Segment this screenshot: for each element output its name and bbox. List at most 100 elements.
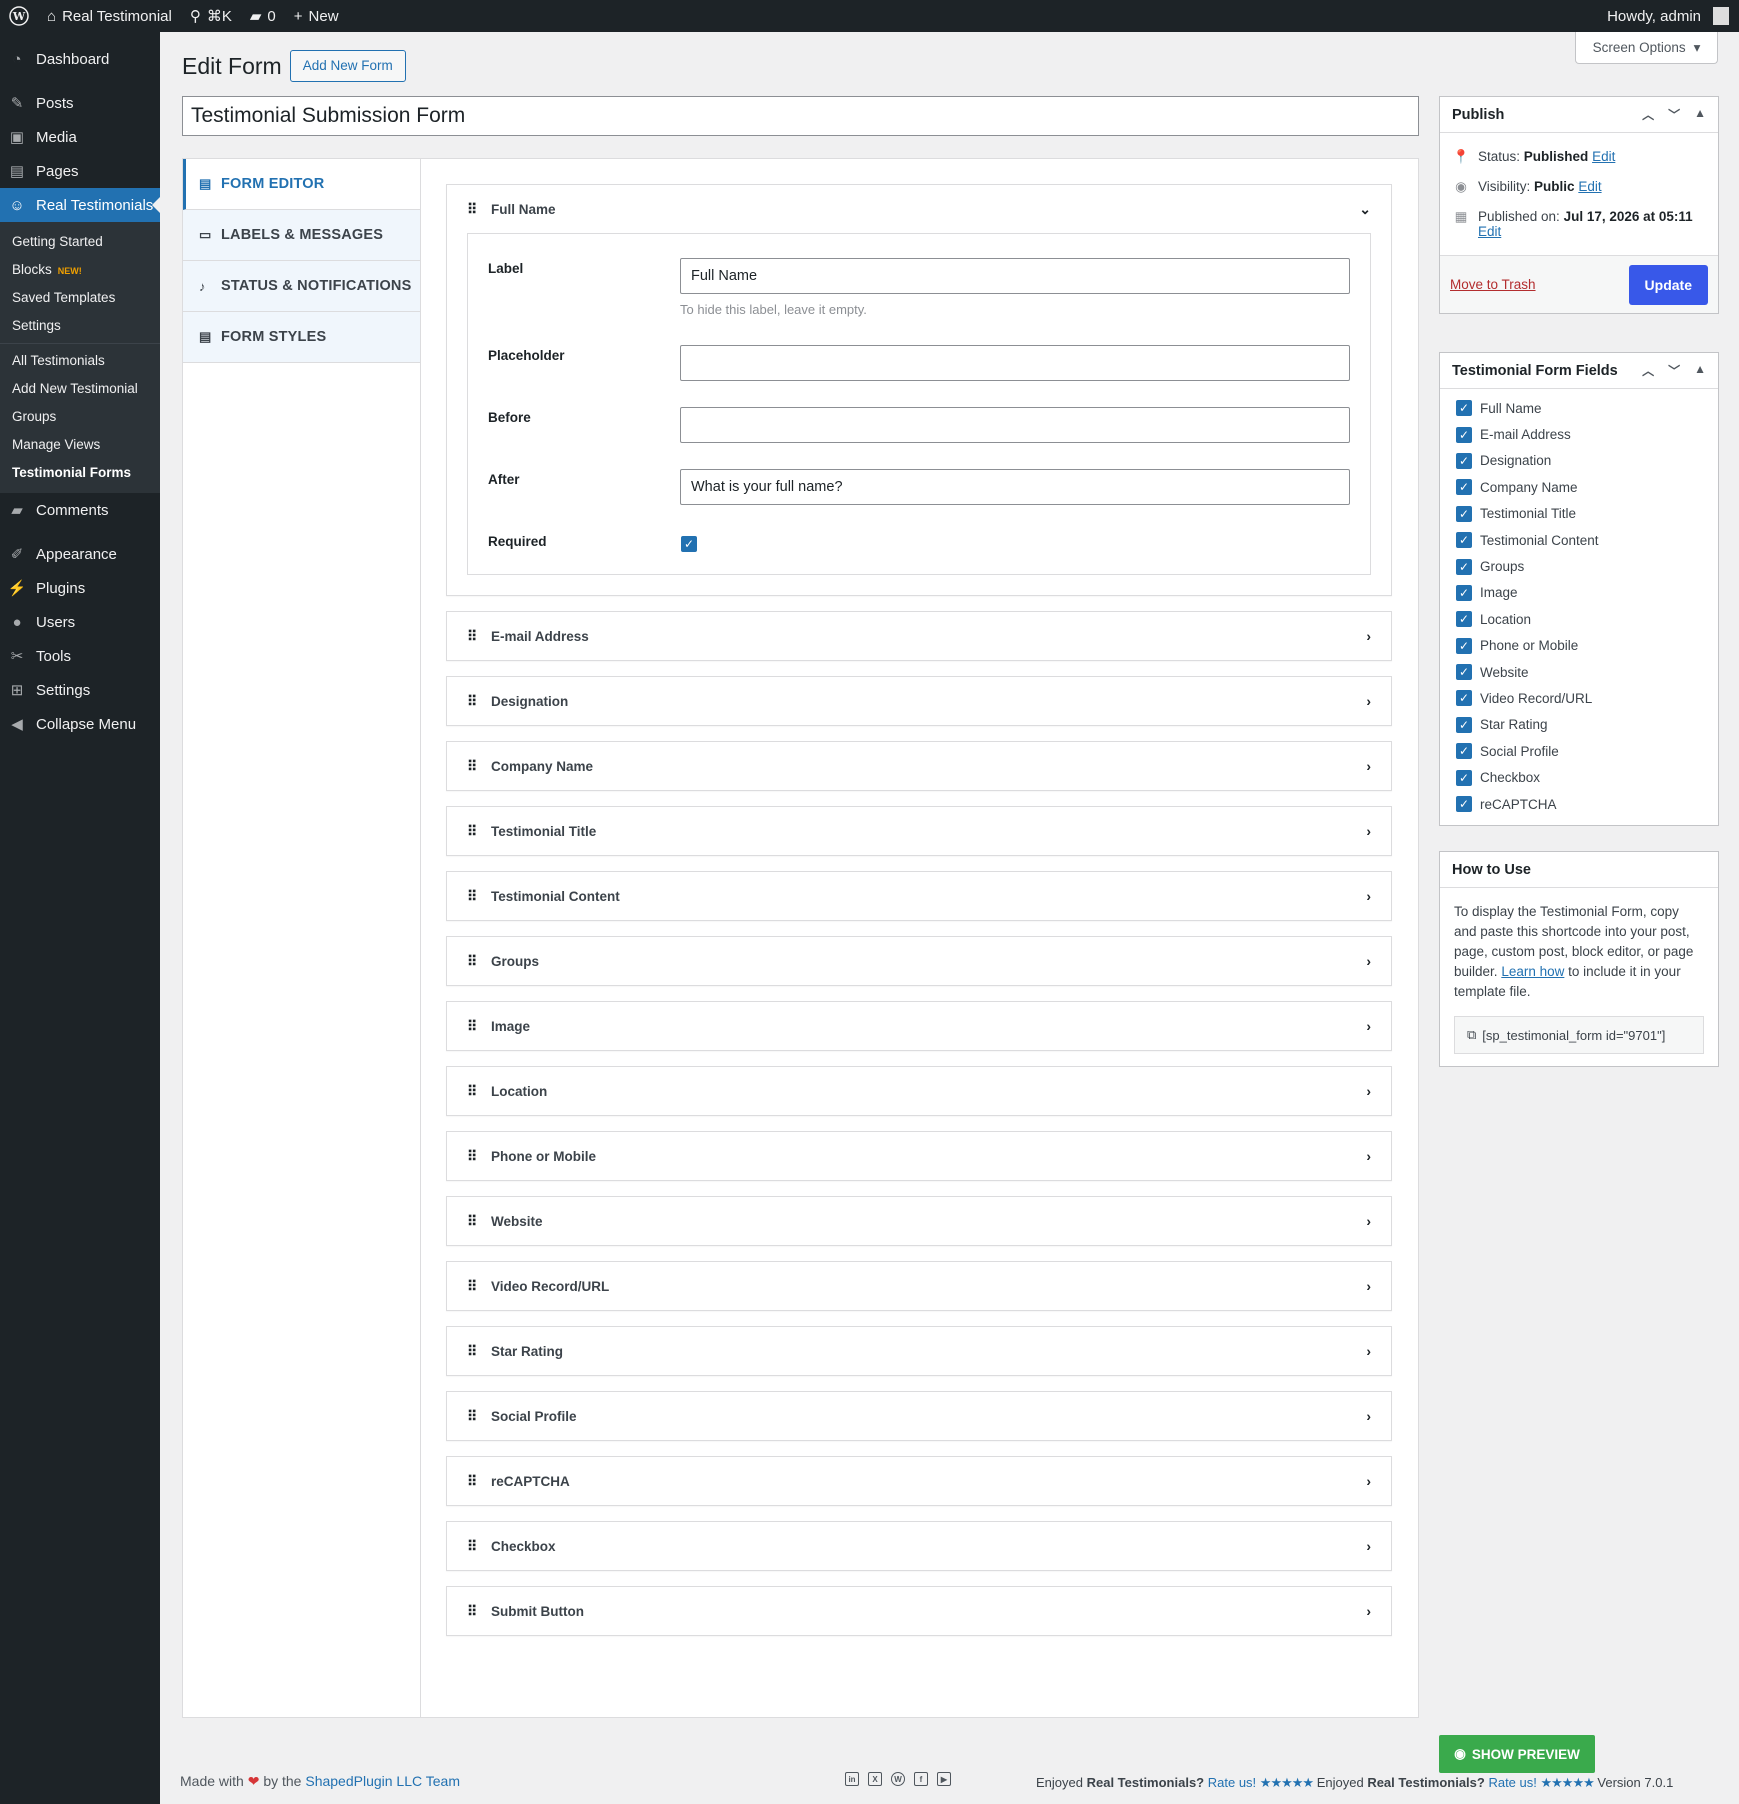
sidebar-item-users[interactable]: ● Users — [0, 605, 160, 639]
rate-us-link[interactable]: Rate us! — [1208, 1775, 1256, 1790]
drag-handle-icon[interactable]: ⠿ — [467, 1409, 477, 1423]
move-up-icon[interactable]: ︿ — [1642, 362, 1654, 379]
checkbox[interactable]: ✓ — [1456, 426, 1472, 443]
field-header[interactable]: ⠿ Image › — [447, 1002, 1391, 1050]
move-down-icon[interactable]: ﹀ — [1668, 362, 1680, 379]
submenu-testimonial-forms[interactable]: Testimonial Forms — [0, 459, 160, 487]
checkbox[interactable]: ✓ — [1456, 796, 1472, 813]
checkbox[interactable]: ✓ — [1456, 769, 1472, 786]
x-icon[interactable]: X — [868, 1772, 882, 1786]
field-toggle[interactable]: ✓ Testimonial Title — [1456, 501, 1702, 527]
move-down-icon[interactable]: ﹀ — [1668, 106, 1680, 123]
checkbox[interactable]: ✓ — [1456, 611, 1472, 628]
checkbox[interactable]: ✓ — [1456, 584, 1472, 601]
field-toggle[interactable]: ✓ E-mail Address — [1456, 421, 1702, 447]
youtube-icon[interactable]: ▶ — [937, 1772, 951, 1786]
submenu-getting-started[interactable]: Getting Started — [0, 228, 160, 256]
chevron-right-icon[interactable]: › — [1366, 628, 1371, 644]
submenu-blocks[interactable]: Blocks NEW! — [0, 256, 160, 284]
field-header[interactable]: ⠿ Website › — [447, 1197, 1391, 1245]
sidebar-item-tools[interactable]: ✂ Tools — [0, 639, 160, 673]
sidebar-item-media[interactable]: ▣ Media — [0, 120, 160, 154]
field-header[interactable]: ⠿ E-mail Address › — [447, 612, 1391, 660]
drag-handle-icon[interactable]: ⠿ — [467, 824, 477, 838]
chevron-right-icon[interactable]: › — [1366, 758, 1371, 774]
field-header[interactable]: ⠿ reCAPTCHA › — [447, 1457, 1391, 1505]
field-toggle[interactable]: ✓ Company Name — [1456, 474, 1702, 500]
chevron-right-icon[interactable]: › — [1366, 1408, 1371, 1424]
sidebar-item-settings[interactable]: ⊞ Settings — [0, 673, 160, 707]
sidebar-item-pages[interactable]: ▤ Pages — [0, 154, 160, 188]
sidebar-item-appearance[interactable]: ✐ Appearance — [0, 537, 160, 571]
field-header[interactable]: ⠿ Testimonial Title › — [447, 807, 1391, 855]
move-to-trash-link[interactable]: Move to Trash — [1450, 277, 1536, 292]
field-header[interactable]: ⠿ Designation › — [447, 677, 1391, 725]
wordpress-logo-icon[interactable]: W — [0, 0, 38, 32]
drag-handle-icon[interactable]: ⠿ — [467, 202, 477, 216]
submenu-saved-templates[interactable]: Saved Templates — [0, 284, 160, 312]
label-input[interactable]: Full Name — [680, 258, 1350, 294]
edit-visibility-link[interactable]: Edit — [1578, 179, 1601, 194]
drag-handle-icon[interactable]: ⠿ — [467, 759, 477, 773]
chevron-down-icon[interactable]: ⌄ — [1359, 201, 1371, 218]
field-header[interactable]: ⠿ Groups › — [447, 937, 1391, 985]
field-header[interactable]: ⠿ Submit Button › — [447, 1587, 1391, 1635]
sidebar-item-comments[interactable]: ▰ Comments — [0, 493, 160, 527]
sidebar-item-plugins[interactable]: ⚡ Plugins — [0, 571, 160, 605]
field-toggle[interactable]: ✓ Video Record/URL — [1456, 685, 1702, 711]
checkbox[interactable]: ✓ — [1456, 664, 1472, 681]
update-button[interactable]: Update — [1628, 264, 1708, 305]
linkedin-icon[interactable]: in — [845, 1772, 859, 1786]
field-toggle[interactable]: ✓ Phone or Mobile — [1456, 633, 1702, 659]
sidebar-item-dashboard[interactable]: ◔ Dashboard — [0, 42, 160, 76]
drag-handle-icon[interactable]: ⠿ — [467, 629, 477, 643]
edit-status-link[interactable]: Edit — [1592, 149, 1615, 164]
field-toggle[interactable]: ✓ Full Name — [1456, 395, 1702, 421]
drag-handle-icon[interactable]: ⠿ — [467, 1149, 477, 1163]
chevron-right-icon[interactable]: › — [1366, 1018, 1371, 1034]
field-header[interactable]: ⠿ Full Name ⌄ — [447, 185, 1391, 233]
field-header[interactable]: ⠿ Location › — [447, 1067, 1391, 1115]
submenu-add-new-testimonial[interactable]: Add New Testimonial — [0, 375, 160, 403]
drag-handle-icon[interactable]: ⠿ — [467, 694, 477, 708]
learn-how-link[interactable]: Learn how — [1501, 964, 1564, 979]
field-toggle[interactable]: ✓ Image — [1456, 580, 1702, 606]
field-header[interactable]: ⠿ Video Record/URL › — [447, 1262, 1391, 1310]
my-account-menu[interactable]: Howdy, admin — [1598, 0, 1739, 32]
submenu-groups[interactable]: Groups — [0, 403, 160, 431]
screen-options-button[interactable]: Screen Options ▾ — [1575, 32, 1718, 64]
checkbox[interactable]: ✓ — [1456, 505, 1472, 522]
show-preview-button[interactable]: ◉ SHOW PREVIEW — [1439, 1735, 1595, 1773]
field-header[interactable]: ⠿ Testimonial Content › — [447, 872, 1391, 920]
add-new-form-button[interactable]: Add New Form — [289, 50, 406, 82]
drag-handle-icon[interactable]: ⠿ — [467, 1474, 477, 1488]
form-title-input[interactable]: Testimonial Submission Form — [182, 96, 1419, 136]
comments-link[interactable]: ▰ 0 — [241, 0, 285, 32]
tab-labels-messages[interactable]: ▭ LABELS & MESSAGES — [183, 210, 420, 261]
chevron-right-icon[interactable]: › — [1366, 823, 1371, 839]
checkbox[interactable]: ✓ — [1456, 479, 1472, 496]
field-toggle[interactable]: ✓ Testimonial Content — [1456, 527, 1702, 553]
chevron-right-icon[interactable]: › — [1366, 1213, 1371, 1229]
shortcode-copy-box[interactable]: ⧉ [sp_testimonial_form id="9701"] — [1454, 1016, 1704, 1054]
rate-us-link[interactable]: Rate us! — [1488, 1775, 1536, 1790]
drag-handle-icon[interactable]: ⠿ — [467, 1344, 477, 1358]
edit-date-link[interactable]: Edit — [1478, 224, 1501, 239]
chevron-right-icon[interactable]: › — [1366, 888, 1371, 904]
sidebar-item-real-testimonials[interactable]: ☺ Real Testimonials — [0, 188, 160, 222]
chevron-right-icon[interactable]: › — [1366, 1278, 1371, 1294]
rating-stars[interactable]: ★★★★★ — [1260, 1775, 1314, 1790]
field-toggle[interactable]: ✓ Checkbox — [1456, 764, 1702, 790]
tab-form-styles[interactable]: ▤ FORM STYLES — [183, 312, 420, 363]
checkbox[interactable]: ✓ — [1456, 743, 1472, 760]
command-palette-button[interactable]: ⚲ ⌘K — [181, 0, 241, 32]
drag-handle-icon[interactable]: ⠿ — [467, 889, 477, 903]
field-toggle[interactable]: ✓ reCAPTCHA — [1456, 791, 1702, 817]
drag-handle-icon[interactable]: ⠿ — [467, 1604, 477, 1618]
required-checkbox[interactable]: ✓ — [681, 536, 697, 552]
chevron-right-icon[interactable]: › — [1366, 953, 1371, 969]
field-header[interactable]: ⠿ Phone or Mobile › — [447, 1132, 1391, 1180]
chevron-right-icon[interactable]: › — [1366, 1148, 1371, 1164]
field-toggle[interactable]: ✓ Location — [1456, 606, 1702, 632]
shapedplugin-link[interactable]: ShapedPlugin LLC Team — [305, 1773, 460, 1789]
